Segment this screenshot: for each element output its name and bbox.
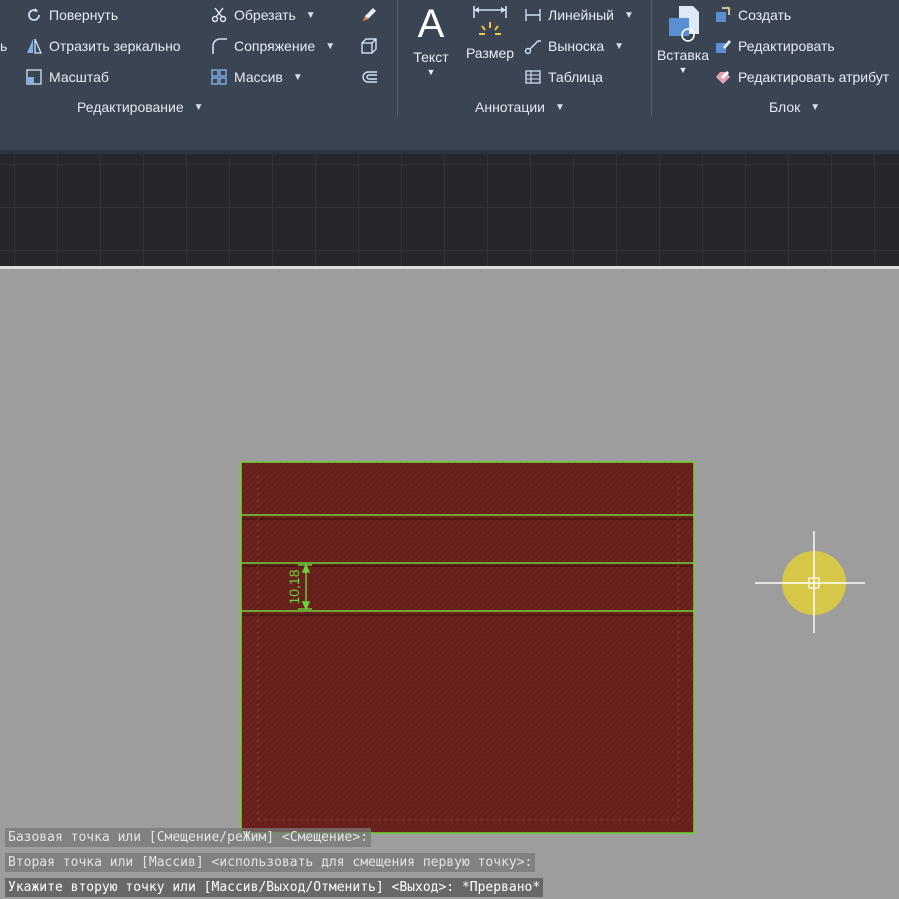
mirror-button[interactable]: Отразить зеркально [25,35,181,57]
scale-icon [25,68,43,86]
dimension-button[interactable]: Размер [464,4,516,61]
fillet-label: Сопряжение [234,38,316,54]
trim-button[interactable]: Обрезать ▼ [210,4,316,26]
annotation-panel-title[interactable]: Аннотации ▼ [475,97,565,117]
fillet-icon [210,37,228,55]
scale-button[interactable]: Масштаб [25,66,109,88]
array-icon [210,68,228,86]
cut-off-label: ь [0,38,8,54]
edit-attributes-label: Редактировать атрибут [738,69,890,85]
edit-block-label: Редактировать [738,38,835,54]
annotation-panel: A Текст ▼ Размер Линейный ▼ Выноска ▼ Та… [398,0,651,120]
drawing-area-grid[interactable] [0,154,899,266]
insert-label: Вставка [656,47,710,63]
modify-panel-title-text: Редактирование [77,99,184,115]
block-panel-title-text: Блок [769,99,801,115]
ribbon-bottom-bar [0,120,899,150]
leader-icon [524,37,542,55]
edit-block-button[interactable]: Редактировать [714,35,835,57]
insert-block-icon [661,4,705,47]
fillet-button[interactable]: Сопряжение ▼ [210,35,335,57]
text-icon: A [417,2,445,46]
trim-label: Обрезать [234,7,296,23]
dimension-label: Размер [465,45,515,61]
mirror-icon [25,37,43,55]
edit-attributes-icon [714,68,732,86]
trim-dropdown-icon[interactable]: ▼ [306,10,316,21]
table-label: Таблица [548,69,603,85]
text-dropdown-icon[interactable]: ▼ [427,67,436,77]
text-button[interactable]: A Текст ▼ [409,2,453,77]
cut-off-item[interactable]: ь [0,35,7,57]
insert-dropdown-icon[interactable]: ▼ [679,65,688,75]
fillet-dropdown-icon[interactable]: ▼ [325,41,335,52]
linear-dimension-icon [524,6,542,24]
dimension-icon [470,4,510,45]
linear-button[interactable]: Линейный ▼ [524,4,634,26]
drawing-canvas[interactable] [0,269,899,899]
modify-panel-title[interactable]: Редактирование ▼ [77,97,204,117]
array-dropdown-icon[interactable]: ▼ [293,72,303,83]
create-block-button[interactable]: Создать [714,4,791,26]
erase-tool-button[interactable] [360,4,384,26]
rotate-icon [25,6,43,24]
offset-button[interactable] [360,66,384,88]
array-label: Массив [234,69,283,85]
create-block-icon [714,6,732,24]
linear-dropdown-icon[interactable]: ▼ [624,10,634,21]
command-history-line: Базовая точка или [Смещение/реЖим] <Смещ… [5,828,372,847]
mirror-label: Отразить зеркально [49,38,181,54]
rotate-label: Повернуть [49,7,119,23]
command-prompt-line[interactable]: Укажите вторую точку или [Массив/Выход/О… [5,878,544,897]
box-icon [360,37,378,55]
table-icon [524,68,542,86]
edit-attributes-button[interactable]: Редактировать атрибут [714,66,889,88]
modify-panel: ь Повернуть Отразить зеркально Масштаб О… [0,0,396,120]
block-panel-dropdown-icon: ▼ [810,101,821,113]
text-label: Текст [413,49,449,65]
edit-block-icon [714,37,732,55]
annotation-panel-title-text: Аннотации [475,99,545,115]
annotation-panel-dropdown-icon: ▼ [554,101,565,113]
leader-dropdown-icon[interactable]: ▼ [614,41,624,52]
create-block-label: Создать [738,7,792,23]
leader-label: Выноска [548,38,605,54]
rotate-button[interactable]: Повернуть [25,4,118,26]
offset-icon [360,68,378,86]
copy-3d-button[interactable] [360,35,384,57]
trim-icon [210,6,228,24]
command-history-line: Вторая точка или [Массив] <использовать … [5,853,536,872]
dimension-value-text: 10,18 [286,569,302,605]
table-button[interactable]: Таблица [524,66,603,88]
linear-label: Линейный [548,7,614,23]
block-panel-title[interactable]: Блок ▼ [769,97,820,117]
leader-button[interactable]: Выноска ▼ [524,35,624,57]
pencil-icon [360,6,378,24]
insert-button[interactable]: Вставка ▼ [654,4,712,75]
modify-panel-dropdown-icon: ▼ [193,101,204,113]
scale-label: Масштаб [49,69,109,85]
ribbon: ь Повернуть Отразить зеркально Масштаб О… [0,0,899,120]
array-button[interactable]: Массив ▼ [210,66,303,88]
block-panel: Вставка ▼ Создать Редактировать Редактир… [652,0,899,120]
